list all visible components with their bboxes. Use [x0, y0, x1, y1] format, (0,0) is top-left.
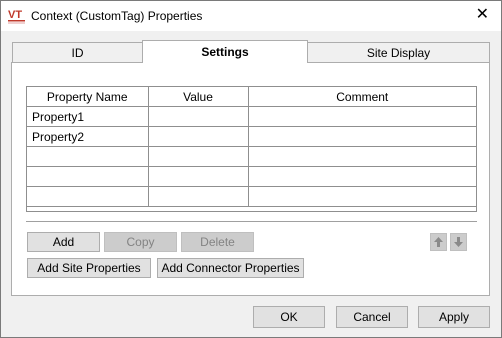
cell-comment[interactable]: [248, 106, 476, 127]
cell-comment[interactable]: [248, 126, 476, 147]
table-row[interactable]: [27, 146, 476, 167]
svg-text:VT: VT: [8, 9, 22, 21]
add-site-properties-button[interactable]: Add Site Properties: [27, 258, 151, 278]
cell-value[interactable]: [148, 146, 249, 167]
cell-value[interactable]: [148, 126, 249, 147]
column-header-comment[interactable]: Comment: [248, 87, 476, 107]
cell-property-name[interactable]: Property2: [27, 126, 149, 147]
delete-button[interactable]: Delete: [181, 232, 254, 252]
table-row[interactable]: Property1: [27, 106, 476, 127]
move-down-button[interactable]: [450, 233, 467, 251]
tab-site-display[interactable]: Site Display: [307, 42, 490, 62]
vt-logo-icon: VT: [8, 9, 25, 24]
column-header-property-name[interactable]: Property Name: [27, 87, 149, 107]
column-header-value[interactable]: Value: [148, 87, 249, 107]
ok-button[interactable]: OK: [253, 306, 325, 328]
cell-value[interactable]: [148, 106, 249, 127]
arrow-down-icon: [454, 237, 463, 247]
cell-property-name[interactable]: [27, 186, 149, 207]
cell-comment[interactable]: [248, 166, 476, 187]
cell-property-name[interactable]: [27, 166, 149, 187]
move-up-button[interactable]: [430, 233, 447, 251]
add-connector-properties-button[interactable]: Add Connector Properties: [157, 258, 304, 278]
cell-property-name[interactable]: [27, 146, 149, 167]
cell-value[interactable]: [148, 186, 249, 207]
copy-button[interactable]: Copy: [104, 232, 177, 252]
cell-property-name[interactable]: Property1: [27, 106, 149, 127]
window-title: Context (CustomTag) Properties: [31, 9, 203, 23]
arrow-up-icon: [434, 237, 443, 247]
table-row[interactable]: [27, 186, 476, 207]
properties-grid[interactable]: Property Name Value Comment Property1 Pr…: [26, 86, 477, 212]
cell-value[interactable]: [148, 166, 249, 187]
close-icon[interactable]: ✕: [476, 6, 489, 24]
grid-header-row: Property Name Value Comment: [27, 87, 476, 107]
apply-button[interactable]: Apply: [418, 306, 490, 328]
tab-settings[interactable]: Settings: [142, 40, 308, 63]
tab-id[interactable]: ID: [12, 42, 143, 62]
table-row[interactable]: Property2: [27, 126, 476, 147]
table-row[interactable]: [27, 166, 476, 187]
cell-comment[interactable]: [248, 146, 476, 167]
add-button[interactable]: Add: [27, 232, 100, 252]
cancel-button[interactable]: Cancel: [336, 306, 408, 328]
divider: [26, 221, 477, 222]
cell-comment[interactable]: [248, 186, 476, 207]
title-bar: VT Context (CustomTag) Properties ✕: [1, 1, 501, 31]
